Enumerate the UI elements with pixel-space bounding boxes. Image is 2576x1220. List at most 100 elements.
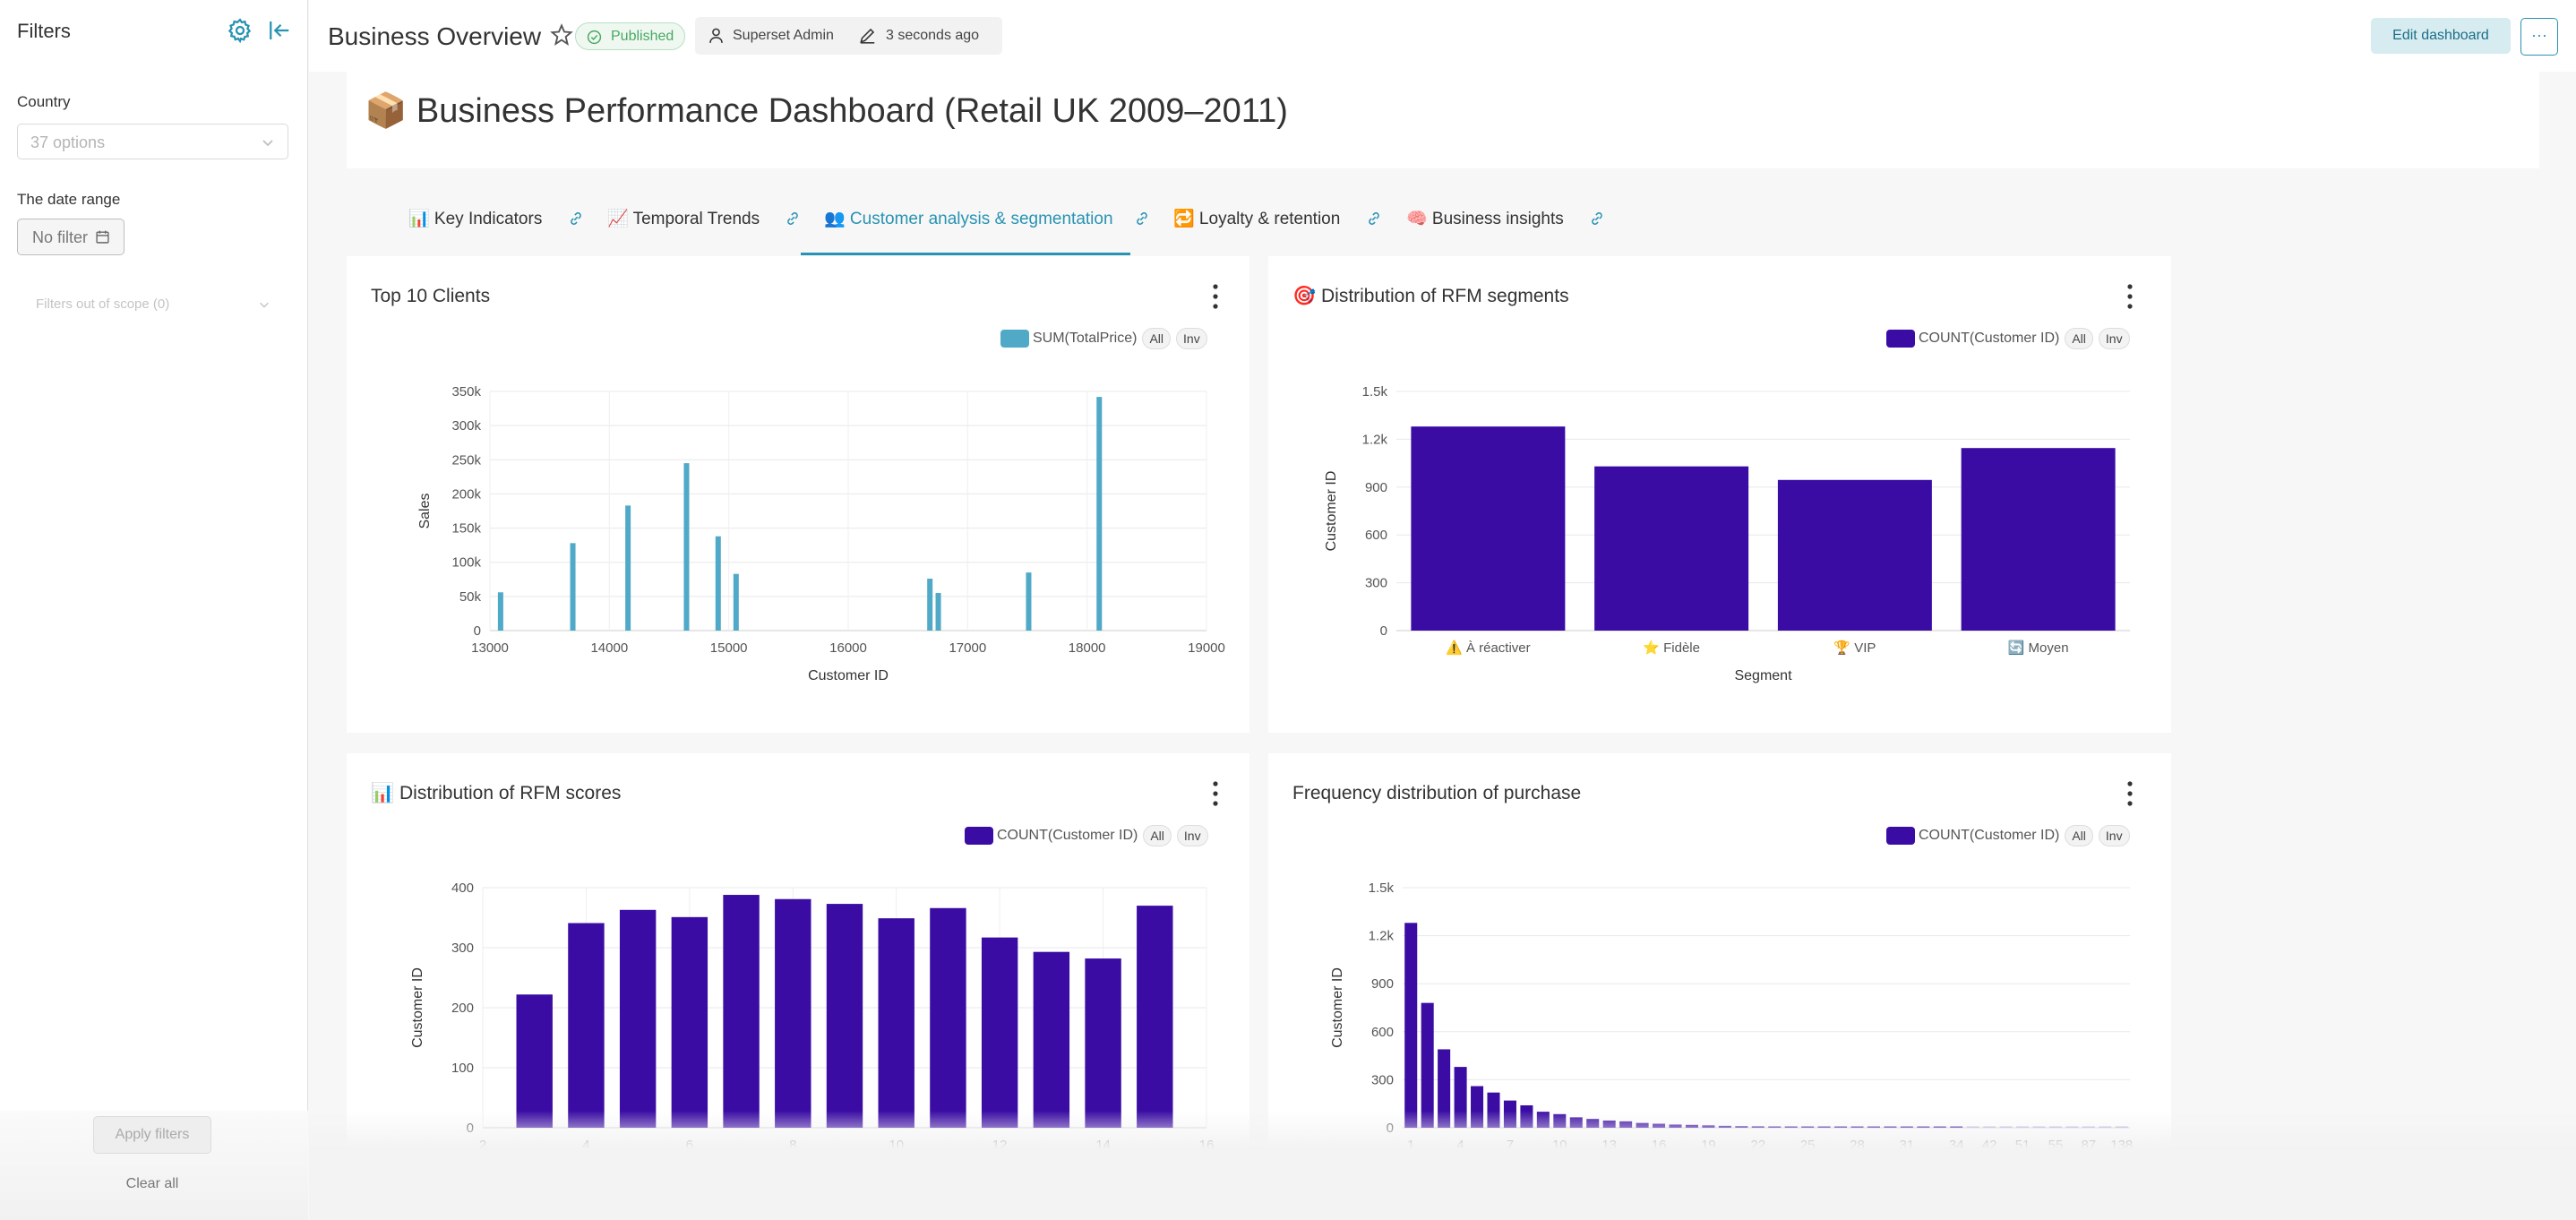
chart-title: Frequency distribution of purchase — [1292, 783, 1582, 803]
country-placeholder: 37 options — [30, 133, 106, 151]
bar — [570, 543, 576, 631]
y-tick-label: 0 — [1387, 1121, 1394, 1136]
bar — [1096, 397, 1103, 631]
bar — [568, 923, 605, 1128]
legend-inv-button[interactable]: Inv — [2098, 825, 2130, 846]
bar — [1454, 1067, 1467, 1128]
x-tick-label: 13000 — [471, 640, 509, 656]
legend-all-button[interactable]: All — [2065, 328, 2093, 349]
legend-all-button[interactable]: All — [2065, 825, 2093, 846]
bar — [625, 505, 631, 631]
bar — [927, 579, 933, 631]
bar — [2099, 1126, 2112, 1128]
tab-key-indicators[interactable]: 📊 Key Indicators — [408, 208, 542, 229]
bar — [2016, 1126, 2030, 1128]
chart-rfm-scores: 0 100 200 300 400 RFM_Score Customer ID 2 4 6 8 10 1… — [410, 881, 1215, 1181]
x-tick-label: 2 — [479, 1138, 486, 1153]
link-icon[interactable] — [568, 210, 584, 227]
legend-inv-button[interactable]: Inv — [1176, 328, 1207, 349]
legend-inv-button[interactable]: Inv — [2098, 328, 2130, 349]
link-icon[interactable] — [1134, 210, 1150, 227]
x-tick-label: 🔄 Moyen — [2008, 640, 2069, 656]
tab-temporal-trends[interactable]: 📈 Temporal Trends — [607, 208, 760, 229]
x-tick-label: 14000 — [590, 640, 628, 656]
tab-business-insights[interactable]: 🧠 Business insights — [1406, 208, 1564, 229]
bar — [878, 918, 914, 1128]
x-tick-label: 22 — [1750, 1138, 1765, 1153]
bar — [1784, 1126, 1798, 1128]
filters-out-of-scope[interactable]: Filters out of scope (0) — [36, 296, 270, 312]
y-tick-label: 200 — [451, 1001, 474, 1016]
x-tick-label: 16000 — [829, 640, 867, 656]
gear-icon[interactable] — [227, 17, 253, 44]
legend-all-button[interactable]: All — [1143, 825, 1172, 846]
x-tick-label: 138 — [2110, 1138, 2133, 1153]
legend-swatch[interactable] — [1000, 330, 1029, 348]
bar — [733, 573, 739, 631]
y-tick-label: 1.2k — [1369, 929, 1395, 944]
chart-purchase-frequency: 0 300 600 900 1.2k 1.5k Orders Customer ID 1 4 7 10… — [1330, 881, 2133, 1181]
filter-sidebar: Filters Country 37 options The date rang… — [0, 0, 308, 1220]
bar — [1026, 572, 1032, 631]
clear-all-button[interactable]: Clear all — [106, 1176, 199, 1192]
chart-title: 🎯 Distribution of RFM segments — [1292, 286, 1569, 306]
chart-card-purchase-frequency: Frequency distribution of purchase COUNT… — [1268, 753, 2171, 1220]
x-tick-label: 4 — [1456, 1138, 1464, 1153]
x-tick-label: 28 — [1850, 1138, 1865, 1153]
edit-dashboard-button[interactable]: Edit dashboard — [2371, 18, 2511, 54]
y-tick-label: 50k — [459, 589, 482, 605]
chart-legend: COUNT(Customer ID) All Inv — [965, 825, 1208, 848]
bar — [1867, 1126, 1880, 1128]
bar — [1421, 1002, 1434, 1128]
bar — [1817, 1126, 1831, 1128]
legend-swatch[interactable] — [965, 827, 993, 845]
apply-filters-button[interactable]: Apply filters — [93, 1116, 211, 1154]
bar — [1999, 1126, 2013, 1128]
x-tick-label: 7 — [1507, 1138, 1514, 1153]
published-badge[interactable]: Published — [575, 22, 685, 50]
country-select[interactable]: 37 options — [17, 124, 288, 159]
dashboard-header: Business Overview Published Superset Adm… — [309, 0, 2576, 72]
y-tick-label: 1.5k — [1362, 384, 1388, 400]
y-axis-title: Customer ID — [1330, 967, 1345, 1048]
x-tick-label: 18000 — [1069, 640, 1106, 656]
bar — [715, 536, 721, 631]
legend-swatch[interactable] — [1886, 330, 1915, 348]
kebab-menu-icon[interactable] — [2121, 281, 2139, 312]
bar — [1735, 1126, 1748, 1128]
bar — [1636, 1122, 1649, 1128]
bar — [826, 904, 863, 1128]
dashboard-tabs: 📊 Key Indicators 📈 Temporal Trends 👥 Cus… — [347, 188, 2539, 255]
link-icon[interactable] — [785, 210, 801, 227]
star-icon[interactable] — [549, 22, 574, 47]
kebab-menu-icon[interactable] — [1206, 281, 1224, 312]
collapse-sidebar-icon[interactable] — [265, 17, 292, 44]
active-tab-indicator — [801, 253, 1130, 255]
bar — [1404, 923, 1418, 1128]
kebab-menu-icon[interactable] — [1206, 778, 1224, 809]
x-tick-label: 16 — [1199, 1138, 1215, 1153]
date-range-button[interactable]: No filter — [17, 219, 125, 255]
y-tick-label: 1.2k — [1362, 432, 1388, 447]
y-tick-label: 0 — [467, 1121, 474, 1136]
kebab-menu-icon[interactable] — [2121, 778, 2139, 809]
tab-loyalty-retention[interactable]: 🔁 Loyalty & retention — [1173, 208, 1340, 229]
y-tick-label: 900 — [1371, 976, 1394, 992]
bar — [1685, 1124, 1698, 1128]
bar — [1471, 1086, 1484, 1128]
y-tick-label: 200k — [451, 486, 481, 502]
more-options-button[interactable]: ··· — [2520, 18, 2558, 56]
y-tick-label: 400 — [451, 881, 474, 896]
date-range-value: No filter — [32, 228, 89, 246]
country-label: Country — [17, 93, 71, 110]
bar — [1850, 1126, 1864, 1128]
y-axis-title: Customer ID — [1324, 471, 1339, 552]
legend-label: SUM(TotalPrice) — [1033, 331, 1138, 346]
legend-all-button[interactable]: All — [1142, 328, 1172, 349]
legend-inv-button[interactable]: Inv — [1176, 825, 1208, 846]
link-icon[interactable] — [1589, 210, 1605, 227]
legend-swatch[interactable] — [1886, 827, 1915, 845]
link-icon[interactable] — [1366, 210, 1382, 227]
tab-customer-analysis[interactable]: 👥 Customer analysis & segmentation — [824, 208, 1113, 229]
x-tick-label: 25 — [1800, 1138, 1816, 1153]
